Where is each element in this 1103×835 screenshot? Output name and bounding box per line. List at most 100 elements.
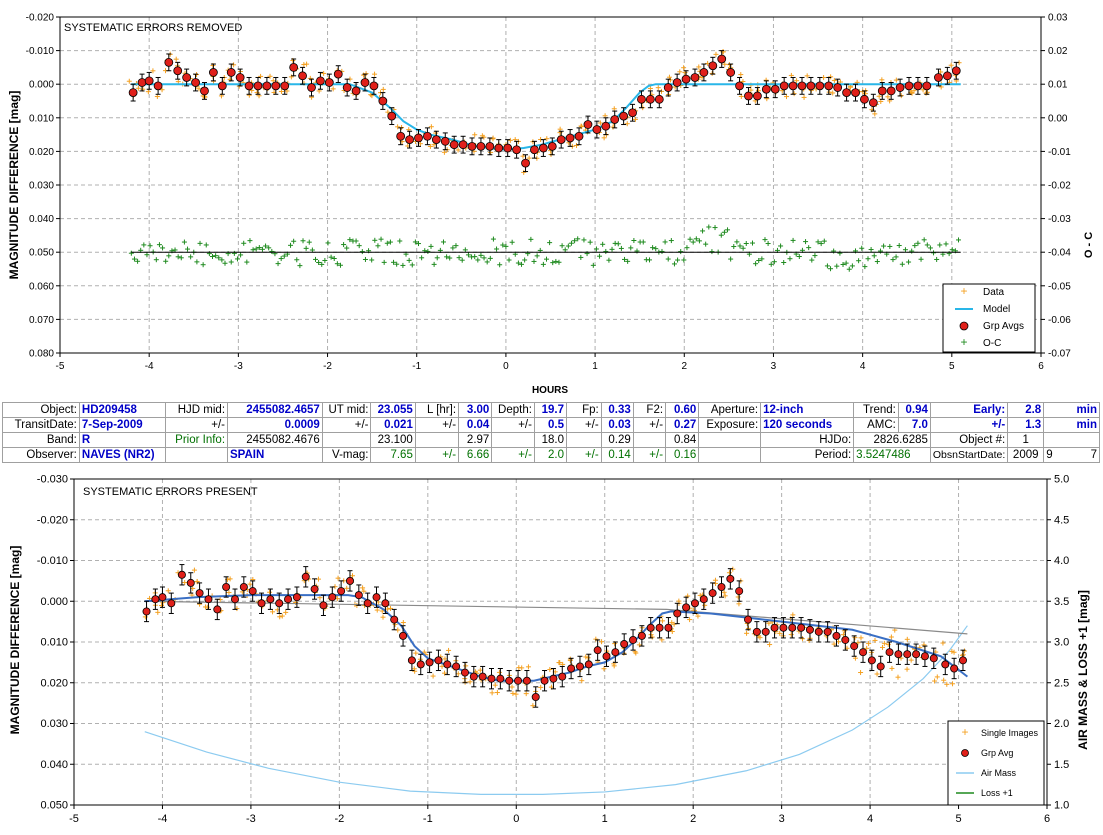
ut-mid-label: UT mid: — [321, 402, 372, 418]
y2-tick-label: 2.5 — [1054, 677, 1069, 689]
depth-err-value: 0.5 — [533, 417, 567, 433]
trend-label: Trend: — [853, 402, 899, 418]
hjdo-label: HJDo: — [760, 432, 855, 448]
x-tick-label: 6 — [1044, 813, 1050, 825]
trend-value: 0.94 — [897, 402, 931, 418]
grp-avg-point — [645, 94, 655, 104]
grp-avg-point — [575, 662, 584, 671]
observer-label: Observer: — [2, 447, 80, 463]
ut-mid-value: 23.055 — [370, 402, 416, 418]
row3-empty-4 — [565, 432, 602, 448]
grp-avg-point — [574, 131, 584, 141]
grp-avg-point — [895, 83, 905, 92]
aperture-value: 12-inch — [760, 402, 855, 418]
bottom-legend-loss-label: Loss +1 — [981, 788, 1013, 798]
y-tick-label: 0.050 — [40, 800, 68, 812]
y2-tick-label: 0.00 — [1048, 113, 1068, 124]
grp-avg-point — [886, 86, 896, 96]
obsn-month: 9 — [1046, 449, 1053, 461]
v4-pm: +/- — [565, 447, 602, 463]
x-tick-label: -4 — [145, 361, 154, 372]
grp-avg-point — [337, 587, 346, 596]
depth-label: Depth: — [491, 402, 535, 418]
grp-avg-point — [458, 140, 468, 150]
grp-avg-point — [832, 631, 841, 640]
grp-avg-point — [894, 650, 903, 659]
v2-value: 6.66 — [458, 447, 493, 463]
hjdo-value: 2826.6285 — [853, 432, 931, 448]
vmag-value: 7.65 — [370, 447, 416, 463]
grp-avg-point — [425, 658, 434, 667]
grp-avg-point — [779, 623, 788, 632]
period-value: 3.5247486 — [853, 447, 931, 463]
grp-avg-point — [248, 587, 257, 596]
grp-avg-point — [151, 595, 160, 604]
y-tick-label: 0.040 — [29, 214, 54, 225]
bottom-legend-single-label: Single Images — [981, 728, 1039, 738]
row4-empty-2 — [698, 447, 762, 463]
grp-avg-point — [153, 81, 163, 91]
observer-value: NAVES (NR2) — [78, 447, 166, 463]
object-num-value: 1 — [1007, 432, 1045, 448]
grp-avg-point — [646, 623, 655, 632]
grp-avg-point — [841, 635, 850, 644]
grp-avg-point — [324, 78, 334, 87]
grp-avg-point — [307, 83, 316, 92]
grp-avg-point — [460, 668, 469, 677]
y-tick-label: 0.040 — [40, 759, 68, 771]
grp-avg-point — [797, 623, 806, 632]
grp-avg-point — [434, 656, 443, 665]
object-label: Object: — [2, 402, 80, 418]
grp-avg-point — [289, 63, 299, 72]
aperture-label: Aperture: — [698, 402, 762, 418]
fp-label: Fp: — [565, 402, 602, 418]
grp-avg-point — [610, 115, 620, 124]
top-legend-grp-marker — [959, 321, 969, 331]
grp-avg-point — [752, 627, 761, 636]
grp-avg-point — [654, 94, 664, 104]
depth-value: 19.7 — [533, 402, 567, 418]
grp-avg-point — [583, 120, 593, 129]
grp-avg-point — [496, 674, 505, 683]
grp-avg-point — [505, 676, 514, 685]
x-tick-label: -5 — [69, 813, 79, 825]
grp-avg-point — [363, 599, 372, 608]
y2-tick-label: -0.04 — [1048, 248, 1071, 259]
top-x-ticks: -5 -4 -3 -2 -1 0 1 2 3 4 5 6 — [56, 353, 1044, 372]
y2-tick-label: -0.03 — [1048, 214, 1071, 225]
grp-avg-point — [128, 88, 138, 97]
grp-avg-point — [602, 652, 611, 661]
grp-avg-point — [877, 86, 887, 96]
x-tick-label: -4 — [158, 813, 168, 825]
grp-avg-point — [629, 635, 638, 644]
grp-avg-point — [770, 623, 779, 632]
grp-avg-point — [244, 81, 254, 91]
grp-avg-point — [378, 96, 388, 106]
f2-pm: +/- — [632, 417, 667, 433]
grp-avg-point — [876, 662, 885, 671]
grp-avg-point — [372, 593, 381, 602]
grp-avg-point — [333, 69, 343, 79]
bottom-legend-plus-single: + — [961, 725, 968, 739]
v5-value: 0.16 — [665, 447, 700, 463]
v3-pm: +/- — [491, 447, 535, 463]
top-legend-model-label: Model — [983, 304, 1010, 315]
grp-avg-point — [540, 676, 549, 685]
grp-avg-point — [531, 693, 540, 702]
grp-avg-point — [611, 648, 620, 657]
top-y2-axis-label: O - C — [1083, 232, 1095, 258]
grp-avg-point — [200, 86, 209, 96]
grp-avg-point — [217, 81, 227, 91]
grp-avg-point — [512, 145, 522, 155]
y-tick-label: 0.010 — [29, 113, 54, 124]
y-tick-label: 0.020 — [29, 147, 54, 158]
grp-avg-point — [593, 646, 602, 655]
grp-avg-point — [369, 81, 379, 91]
row3-empty-6 — [698, 432, 762, 448]
grp-avg-point — [275, 599, 284, 608]
grp-avg-point — [958, 656, 967, 665]
early-err-unit: min — [1043, 417, 1100, 433]
info-row-4: Observer: NAVES (NR2) SPAIN V-mag: 7.65 … — [2, 447, 1100, 463]
location-value: SPAIN — [227, 447, 323, 463]
grp-avg-point — [538, 143, 548, 153]
